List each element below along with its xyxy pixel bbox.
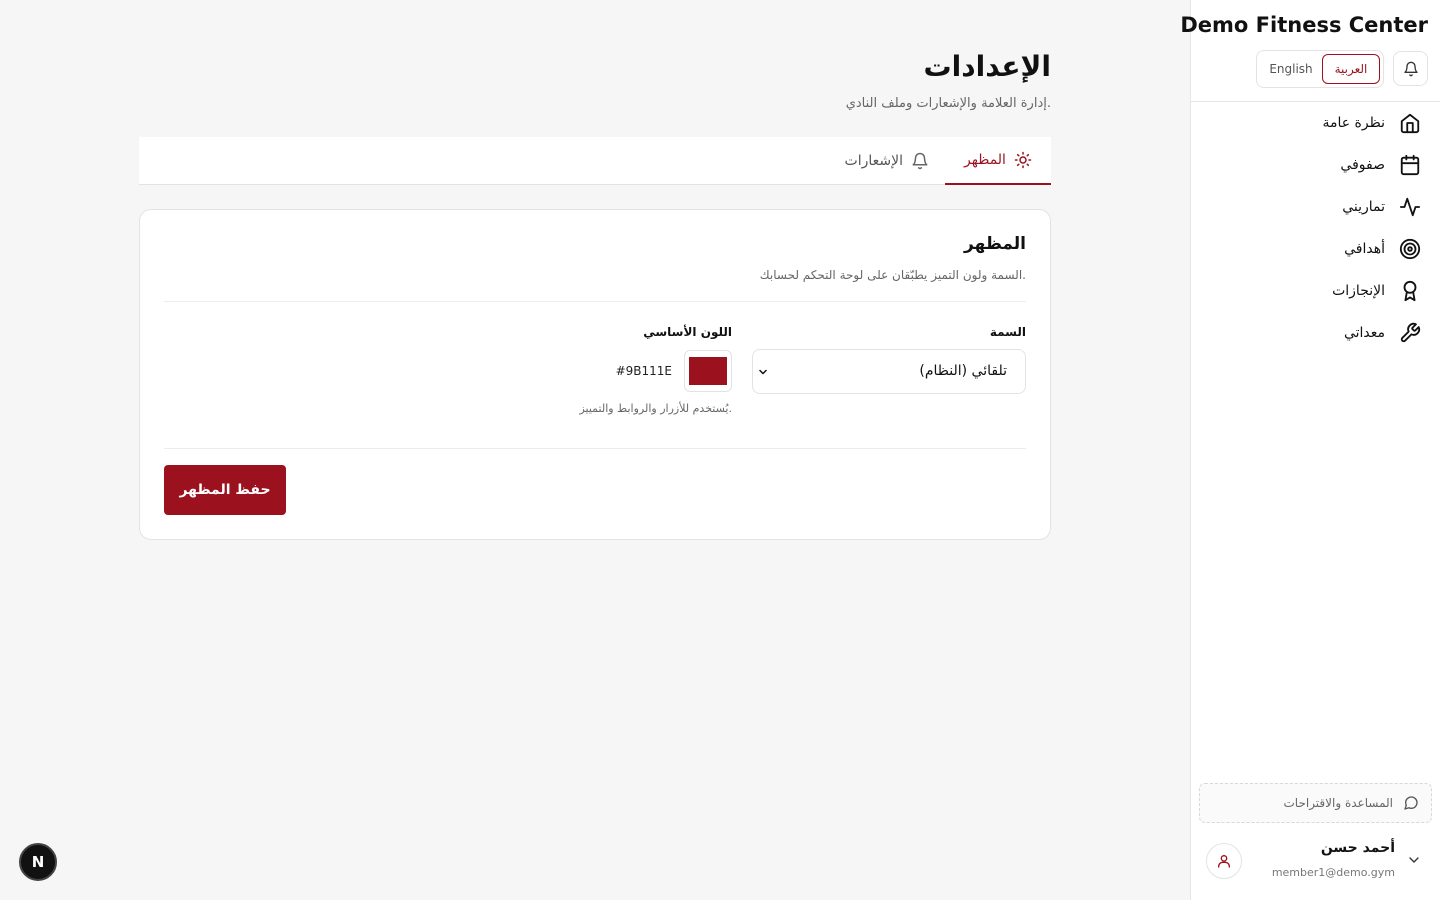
sidebar-item-label: نظرة عامة bbox=[1322, 115, 1385, 131]
award-icon bbox=[1403, 280, 1417, 302]
activity-icon bbox=[1399, 197, 1421, 217]
sidebar-item-classes[interactable]: صفوفي bbox=[1190, 144, 1440, 186]
sidebar-item-label: أهدافي bbox=[1344, 241, 1385, 257]
card-divider bbox=[164, 448, 1026, 449]
bell-icon bbox=[912, 152, 928, 170]
language-option-english[interactable]: English bbox=[1260, 54, 1322, 84]
tab-notifications[interactable]: الإشعارات bbox=[845, 137, 929, 185]
sidebar-item-goals[interactable]: أهدافي bbox=[1190, 228, 1440, 270]
sidebar: Demo Fitness Center العربية English نظرة… bbox=[1180, 0, 1440, 900]
save-appearance-button[interactable]: حفظ المظهر bbox=[164, 465, 286, 515]
theme-select[interactable]: تلقائي (النظام) bbox=[752, 349, 1026, 394]
primary-color-hex: #9B111E bbox=[615, 364, 672, 378]
primary-color-label: اللون الأساسي bbox=[643, 325, 732, 339]
sidebar-item-label: تماريني bbox=[1342, 199, 1385, 215]
sidebar-item-equipment[interactable]: معداتي bbox=[1190, 312, 1440, 354]
sidebar-item-label: معداتي bbox=[1343, 325, 1385, 341]
sidebar-item-workouts[interactable]: تماريني bbox=[1190, 186, 1440, 228]
brand-name: Demo Fitness Center bbox=[1180, 13, 1428, 37]
avatar bbox=[1206, 843, 1242, 879]
page-subtitle: إدارة العلامة والإشعارات وملف النادي. bbox=[845, 96, 1051, 111]
chevron-down-icon bbox=[759, 369, 767, 375]
user-menu[interactable]: أحمد حسن member1@demo.gym bbox=[1190, 836, 1440, 888]
theme-select-value: تلقائي (النظام) bbox=[919, 363, 1007, 379]
home-icon bbox=[1400, 113, 1420, 134]
tab-label: المظهر bbox=[964, 152, 1006, 168]
settings-tabs: المظهر الإشعارات bbox=[139, 137, 1051, 185]
dev-tools-badge[interactable]: N bbox=[19, 843, 57, 881]
sidebar-nav: نظرة عامة صفوفي تماريني أهدافي الإنجازات… bbox=[1190, 102, 1440, 354]
tab-appearance[interactable]: المظهر bbox=[945, 137, 1051, 185]
help-feedback-button[interactable]: المساعدة والاقتراحات bbox=[1199, 783, 1432, 823]
user-name: أحمد حسن bbox=[1320, 840, 1395, 856]
user-email: member1@demo.gym bbox=[1271, 866, 1395, 879]
message-circle-icon bbox=[1404, 796, 1418, 810]
chevron-down-icon bbox=[1409, 857, 1419, 863]
page-title: الإعدادات bbox=[923, 50, 1051, 83]
bell-icon bbox=[1403, 61, 1418, 76]
sidebar-item-label: الإنجازات bbox=[1332, 283, 1385, 299]
card-divider bbox=[164, 301, 1026, 302]
user-icon bbox=[1218, 855, 1230, 868]
card-description: السمة ولون التميز يطبّقان على لوحة التحك… bbox=[759, 268, 1026, 282]
language-option-arabic[interactable]: العربية bbox=[1322, 54, 1380, 84]
tab-label: الإشعارات bbox=[844, 153, 903, 169]
sun-icon bbox=[1014, 151, 1032, 169]
primary-color-picker[interactable] bbox=[684, 350, 732, 392]
sidebar-item-label: صفوفي bbox=[1340, 157, 1385, 173]
target-icon bbox=[1399, 238, 1421, 260]
language-switcher: العربية English bbox=[1256, 50, 1384, 88]
sidebar-item-overview[interactable]: نظرة عامة bbox=[1190, 102, 1440, 144]
color-swatch bbox=[689, 357, 727, 385]
wrench-icon bbox=[1400, 322, 1421, 343]
primary-color-help: يُستخدم للأزرار والروابط والتمييز. bbox=[579, 402, 732, 415]
theme-label: السمة bbox=[989, 325, 1026, 339]
help-feedback-label: المساعدة والاقتراحات bbox=[1283, 796, 1393, 810]
notifications-button[interactable] bbox=[1393, 51, 1428, 86]
appearance-card: المظهر السمة ولون التميز يطبّقان على لوح… bbox=[139, 209, 1051, 540]
calendar-icon bbox=[1400, 154, 1420, 176]
card-title: المظهر bbox=[964, 234, 1026, 254]
sidebar-item-achievements[interactable]: الإنجازات bbox=[1190, 270, 1440, 312]
